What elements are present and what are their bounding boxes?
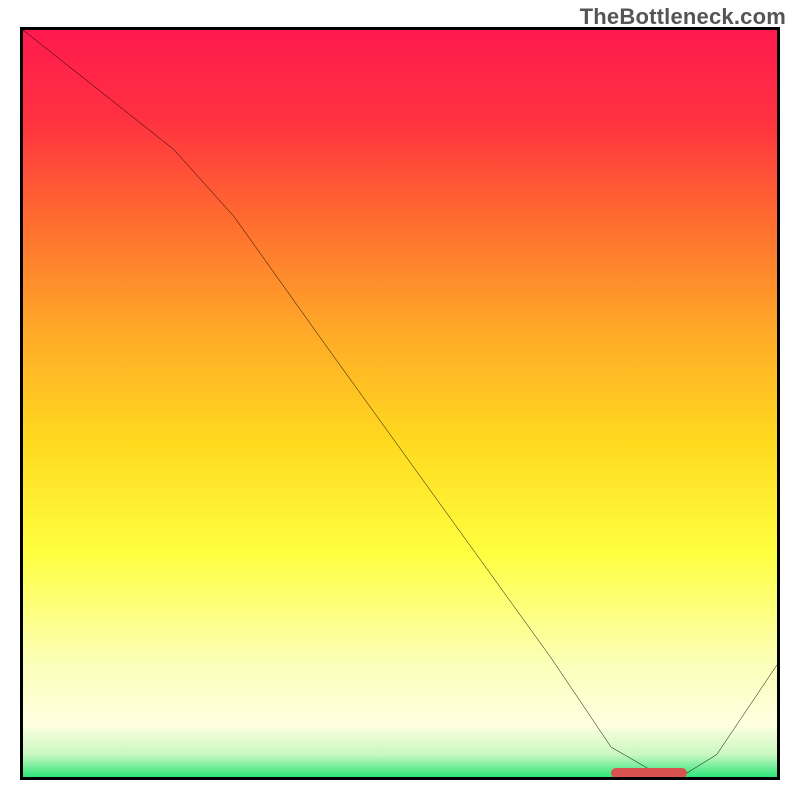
- plot-area: [20, 27, 780, 780]
- curve-path: [23, 30, 777, 773]
- bottleneck-curve: [23, 30, 777, 777]
- chart-frame: TheBottleneck.com: [0, 0, 800, 800]
- optimum-marker: [611, 768, 686, 778]
